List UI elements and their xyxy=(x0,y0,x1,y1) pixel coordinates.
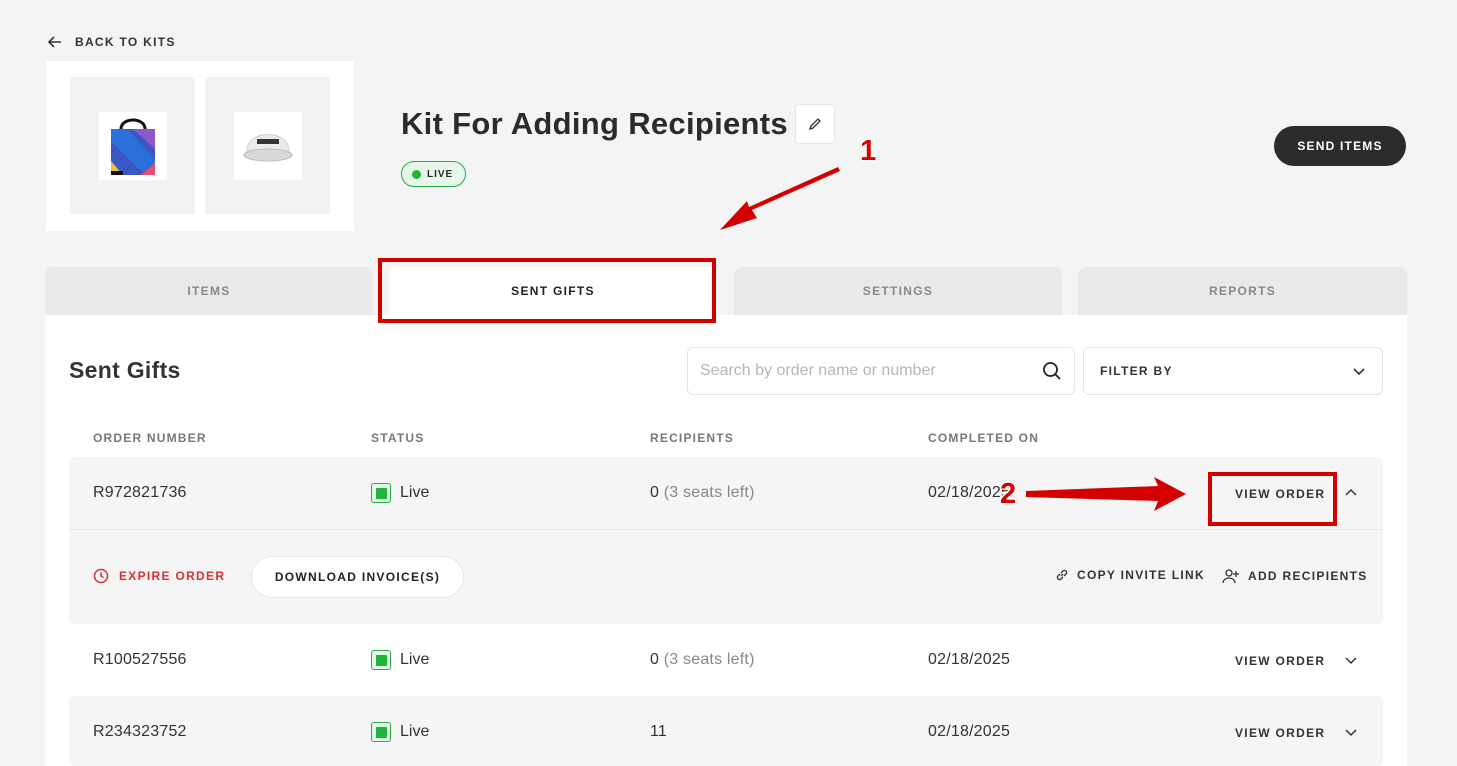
expire-order-label: EXPIRE ORDER xyxy=(119,569,226,583)
column-header-status: STATUS xyxy=(371,431,425,445)
seats-left: (3 seats left) xyxy=(663,484,755,501)
pencil-icon xyxy=(808,118,821,131)
back-to-kits-label: BACK TO KITS xyxy=(75,35,176,49)
column-header-order-number: ORDER NUMBER xyxy=(93,431,207,445)
seats-left: (3 seats left) xyxy=(663,651,755,668)
filter-dropdown[interactable]: FILTER BY xyxy=(1083,347,1383,395)
status-cell: Live xyxy=(371,722,429,742)
live-dot-icon xyxy=(412,169,421,179)
tab-sent-gifts[interactable]: SENT GIFTS xyxy=(389,267,717,315)
view-order-button[interactable]: VIEW ORDER xyxy=(1235,654,1325,668)
chevron-up-icon[interactable] xyxy=(1344,486,1358,500)
back-to-kits-link[interactable]: BACK TO KITS xyxy=(47,34,176,50)
view-order-button[interactable]: VIEW ORDER xyxy=(1235,726,1325,740)
cap-icon xyxy=(243,133,292,161)
kit-title: Kit For Adding Recipients xyxy=(401,106,788,141)
callout-number-2: 2 xyxy=(1000,478,1017,510)
chevron-down-icon[interactable] xyxy=(1344,725,1358,739)
search-field[interactable] xyxy=(687,347,1075,395)
add-recipients-button[interactable]: ADD RECIPIENTS xyxy=(1222,568,1368,584)
tote-bag-thumbnail xyxy=(70,77,195,214)
column-header-recipients: RECIPIENTS xyxy=(650,431,735,445)
completed-date: 02/18/2025 xyxy=(928,651,1011,668)
status-badge-label: LIVE xyxy=(427,168,454,180)
search-icon[interactable] xyxy=(1042,361,1062,381)
order-number: R100527556 xyxy=(93,651,187,668)
download-invoices-button[interactable]: DOWNLOAD INVOICE(S) xyxy=(251,556,464,598)
tab-reports[interactable]: REPORTS xyxy=(1078,267,1407,315)
status-label: Live xyxy=(400,484,430,501)
recipients-cell: 0 (3 seats left) xyxy=(650,651,755,669)
status-badge: LIVE xyxy=(401,161,467,187)
tab-settings[interactable]: SETTINGS xyxy=(734,267,1062,315)
arrow-left-icon xyxy=(47,36,61,48)
live-status-icon xyxy=(371,722,391,742)
recipients-count: 0 xyxy=(650,651,660,668)
chevron-down-icon xyxy=(1353,368,1365,376)
copy-invite-link-label: COPY INVITE LINK xyxy=(1077,568,1205,582)
copy-invite-link-button[interactable]: COPY INVITE LINK xyxy=(1055,568,1205,582)
order-number: R972821736 xyxy=(93,484,187,501)
status-label: Live xyxy=(400,651,430,668)
recipients-cell: 0 (3 seats left) xyxy=(650,484,755,502)
view-order-button[interactable]: VIEW ORDER xyxy=(1235,487,1325,501)
tab-items[interactable]: ITEMS xyxy=(45,267,373,315)
table-row xyxy=(69,457,1383,624)
column-header-completed-on: COMPLETED ON xyxy=(928,431,1040,445)
add-user-icon xyxy=(1222,569,1239,584)
live-status-icon xyxy=(371,650,391,670)
status-cell: Live xyxy=(371,483,429,503)
send-items-button[interactable]: SEND ITEMS xyxy=(1274,126,1406,166)
search-input[interactable] xyxy=(700,362,1042,380)
cap-thumbnail xyxy=(205,77,330,214)
recipients-count: 11 xyxy=(650,723,668,740)
tote-bag-icon xyxy=(110,118,155,175)
link-icon xyxy=(1056,569,1068,581)
annotation-arrow-1-icon xyxy=(720,167,840,230)
live-status-icon xyxy=(371,483,391,503)
completed-date: 02/18/2025 xyxy=(928,484,1011,501)
add-recipients-label: ADD RECIPIENTS xyxy=(1248,569,1368,583)
edit-title-button[interactable] xyxy=(795,104,835,144)
completed-date: 02/18/2025 xyxy=(928,723,1011,740)
clock-icon xyxy=(93,568,109,584)
status-cell: Live xyxy=(371,650,429,670)
kit-images-card xyxy=(46,61,354,231)
status-label: Live xyxy=(400,723,430,740)
section-title: Sent Gifts xyxy=(69,357,181,383)
callout-number-1: 1 xyxy=(860,135,877,167)
row-divider xyxy=(69,529,1383,530)
recipients-count: 0 xyxy=(650,484,660,501)
filter-label: FILTER BY xyxy=(1100,364,1173,378)
table-row xyxy=(69,696,1383,766)
chevron-down-icon[interactable] xyxy=(1344,653,1358,667)
order-number: R234323752 xyxy=(93,723,187,740)
expire-order-button[interactable]: EXPIRE ORDER xyxy=(93,568,225,584)
